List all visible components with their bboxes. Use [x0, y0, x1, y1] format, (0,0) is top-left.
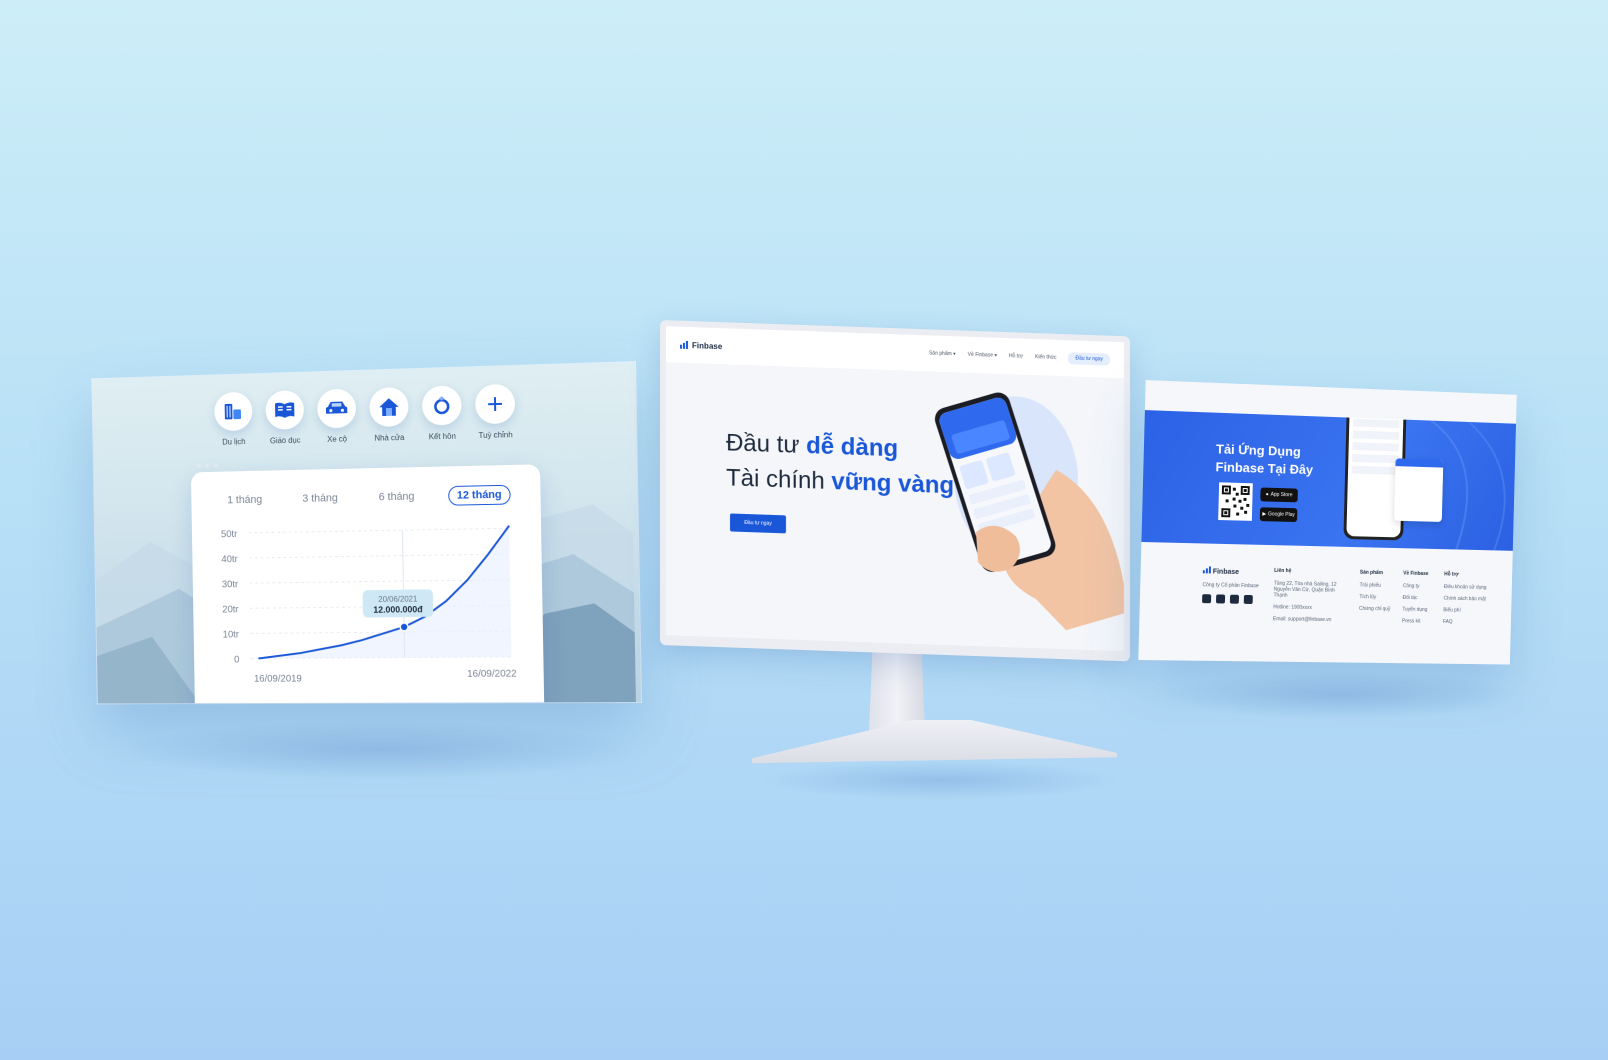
twitter-icon[interactable] — [1243, 594, 1253, 605]
footer-link-fees[interactable]: Biểu phí — [1443, 607, 1486, 614]
footer-link-bond[interactable]: Trái phiếu — [1360, 582, 1391, 588]
y-tick-label: 40tr — [221, 554, 238, 565]
highlight-point[interactable] — [400, 623, 408, 631]
plus-icon — [488, 397, 503, 411]
footer-link-privacy[interactable]: Chính sách bảo mật — [1444, 596, 1487, 603]
footer-link-careers[interactable]: Tuyển dụng — [1402, 607, 1427, 613]
luggage-icon — [224, 403, 242, 420]
y-tick-label: 30tr — [222, 579, 239, 590]
footer-link-company[interactable]: Công ty — [1403, 583, 1428, 589]
category-custom[interactable]: Tuỳ chỉnh — [474, 383, 516, 440]
top-navbar: Finbase Sản phẩm ▾ Về Finbase ▾ Hỗ trợ K… — [666, 326, 1124, 379]
gridline — [249, 554, 512, 558]
category-education[interactable]: Giáo dục — [265, 390, 305, 445]
footer-link-savings[interactable]: Tích lũy — [1359, 594, 1390, 600]
house-icon — [379, 397, 399, 417]
category-house[interactable]: Nhà cửa — [369, 386, 409, 443]
monitor-shadow — [760, 760, 1120, 800]
nav-invest-button[interactable]: Đầu tư ngay — [1068, 352, 1110, 366]
download-app-title: Tải Ứng Dụng Finbase Tại Đây — [1215, 441, 1314, 477]
category-vehicle[interactable]: Xe cộ — [316, 388, 357, 444]
floating-app-card — [1394, 458, 1444, 522]
x-tick-label-start: 16/09/2019 — [254, 674, 302, 685]
category-wedding[interactable]: Kết hôn — [421, 385, 462, 441]
monitor-landing-page: Finbase Sản phẩm ▾ Về Finbase ▾ Hỗ trợ K… — [660, 320, 1130, 662]
category-travel[interactable]: Du lịch — [214, 391, 253, 447]
qr-code-pattern — [1221, 485, 1250, 518]
gridline — [249, 528, 511, 533]
footer-link-press[interactable]: Press kit — [1402, 618, 1427, 624]
footer-link-terms[interactable]: Điều khoản sử dụng — [1444, 584, 1487, 591]
footer-link-fund[interactable]: Chứng chỉ quỹ — [1359, 606, 1391, 612]
y-tick-label: 10tr — [223, 630, 240, 641]
footer-link-partners[interactable]: Đối tác — [1403, 595, 1428, 601]
qr-code[interactable] — [1218, 482, 1253, 521]
download-app-banner: Tải Ứng Dụng Finbase Tại Đây ● App Store — [1141, 410, 1517, 551]
play-store-icon: ▶ — [1262, 511, 1267, 518]
left-panel-shadow — [120, 720, 640, 780]
footer-link-faq[interactable]: FAQ — [1443, 619, 1486, 626]
savings-goal-panel: Du lịch Giáo dục Xe cộ Nhà cửa Kết hôn T… — [78, 362, 642, 704]
right-panel-shadow — [1160, 670, 1520, 720]
google-play-button[interactable]: ▶ Google Play — [1259, 507, 1298, 523]
tab-12-months[interactable]: 12 tháng — [447, 484, 511, 506]
site-footer: Finbase Công ty Cổ phần Finbase Liên hệ … — [1202, 566, 1487, 626]
y-tick-label: 50tr — [221, 529, 238, 540]
instagram-icon[interactable] — [1229, 594, 1240, 604]
window-dots — [196, 463, 219, 469]
x-tick-label-end: 16/09/2022 — [467, 669, 517, 680]
finbase-logo[interactable]: Finbase — [680, 340, 722, 351]
tab-1-month[interactable]: 1 tháng — [220, 491, 270, 509]
book-icon — [275, 402, 295, 419]
growth-line-chart: 50tr 40tr 30tr 20tr 10tr 0 20/06/202112.000.00… — [221, 514, 517, 685]
nav-products[interactable]: Sản phẩm ▾ — [929, 350, 956, 357]
finbase-logo-icon — [680, 340, 688, 349]
linkedin-icon[interactable] — [1215, 594, 1226, 604]
y-tick-label: 20tr — [222, 605, 239, 616]
y-tick-label: 0 — [234, 655, 240, 666]
hero-invest-button[interactable]: Đầu tư ngay — [730, 513, 786, 534]
tooltip-value: 12.000.000đ — [373, 604, 423, 614]
car-icon — [325, 401, 348, 414]
ring-icon — [432, 395, 452, 415]
footer-logo-icon — [1202, 566, 1211, 574]
apple-icon: ● — [1265, 491, 1269, 498]
nav-support[interactable]: Hỗ trợ — [1009, 353, 1023, 359]
period-tabs: 1 tháng 3 tháng 6 tháng 12 tháng — [220, 484, 511, 511]
tab-6-months[interactable]: 6 tháng — [371, 488, 423, 507]
category-row: Du lịch Giáo dục Xe cộ Nhà cửa Kết hôn T… — [214, 383, 516, 447]
hero-phone-in-hand-image — [934, 392, 1128, 631]
nav-about[interactable]: Về Finbase ▾ — [968, 352, 997, 359]
download-app-panel: Tải Ứng Dụng Finbase Tại Đây ● App Store — [1138, 380, 1524, 665]
nav-knowledge[interactable]: Kiến thức — [1035, 354, 1056, 361]
tab-3-months[interactable]: 3 tháng — [295, 489, 346, 508]
app-store-button[interactable]: ● App Store — [1260, 487, 1298, 503]
growth-chart-card: 1 tháng 3 tháng 6 tháng 12 tháng 50tr 40t… — [190, 463, 545, 704]
facebook-icon[interactable] — [1202, 594, 1212, 604]
footer-brand[interactable]: Finbase — [1202, 566, 1259, 576]
tooltip-date: 20/06/2021 — [378, 594, 418, 603]
